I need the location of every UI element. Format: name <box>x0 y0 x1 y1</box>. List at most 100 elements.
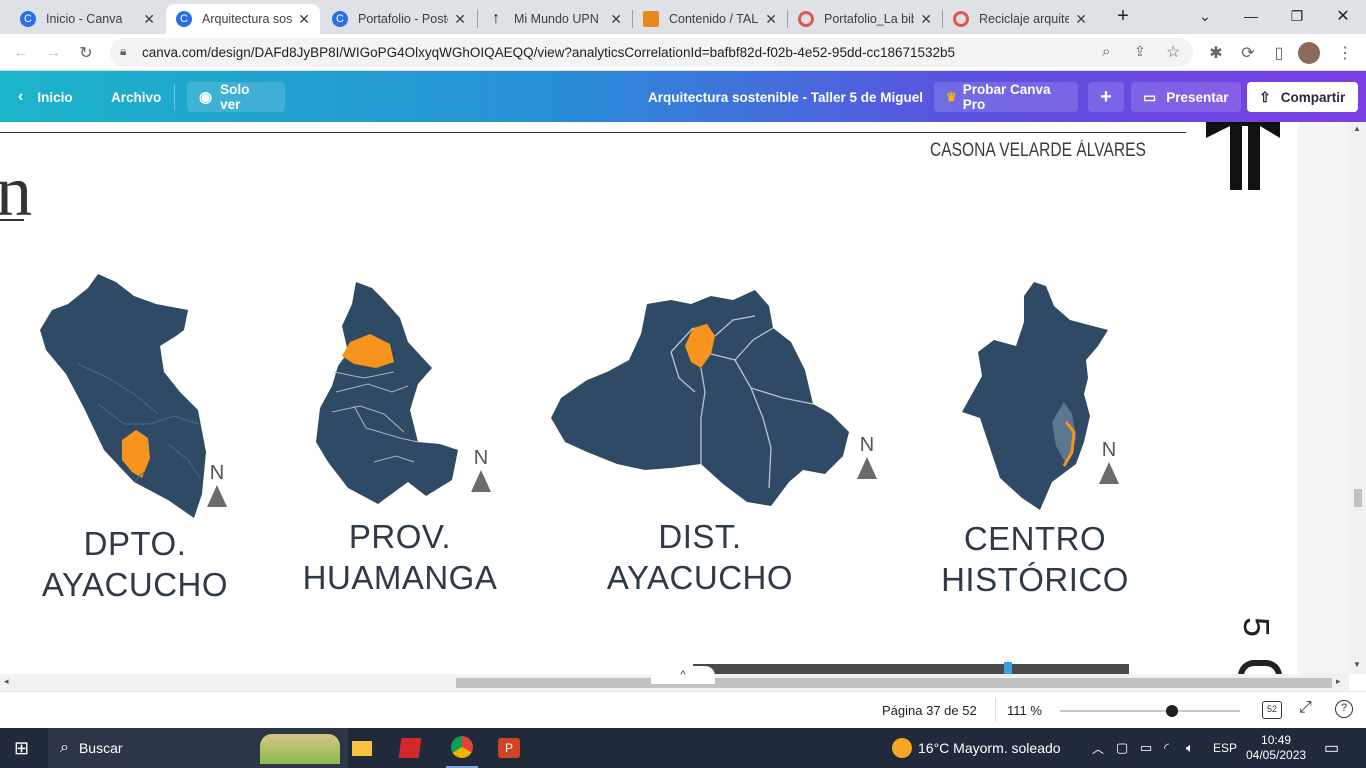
canvas-margin <box>1298 122 1349 674</box>
forward-arrow-icon[interactable]: → <box>40 40 66 66</box>
north-label-4: N <box>1101 439 1117 461</box>
notifications-icon[interactable]: ▭ <box>1324 728 1339 768</box>
fullscreen-icon[interactable]: ⤢ <box>1299 699 1312 717</box>
tab-reciclaje-arquitectura[interactable]: Reciclaje arquitec ✕ <box>943 4 1097 34</box>
chevron-left-icon: ‹ <box>18 88 24 105</box>
language-indicator[interactable]: ESP <box>1213 728 1237 768</box>
eye-icon: ◉ <box>199 89 213 106</box>
tab-portafolio-biblioteca[interactable]: Portafolio_La bibl ✕ <box>788 4 942 34</box>
canva-header: ‹ Inicio Archivo ◉ Solo ver Arquitectura… <box>0 71 1366 122</box>
canva-footer: Página 37 de 52 111 % 52 ⤢ ? <box>0 691 1366 728</box>
logo-mark <box>1206 122 1280 190</box>
tab-search-chevron-icon[interactable]: ⌄ <box>1182 0 1228 32</box>
show-pages-toggle[interactable]: ^ <box>651 666 715 684</box>
help-icon[interactable]: ? <box>1335 700 1353 718</box>
header-rule <box>0 132 1186 133</box>
scroll-down-icon[interactable]: ▼ <box>1353 660 1361 669</box>
add-button[interactable]: + <box>1088 82 1124 112</box>
reload-icon[interactable]: ↻ <box>73 40 99 66</box>
zoom-lens-icon[interactable]: ⌕ <box>1102 43 1110 60</box>
wifi-icon[interactable]: ◜ <box>1164 728 1169 768</box>
horizontal-scroll-thumb[interactable] <box>456 678 1332 688</box>
document-title[interactable]: Arquitectura sostenible - Taller 5 de Mi… <box>648 82 923 112</box>
minimize-button[interactable]: — <box>1228 0 1274 32</box>
share-page-icon[interactable]: ⇪ <box>1134 43 1146 60</box>
battery-icon[interactable]: ▭ <box>1140 728 1152 768</box>
meet-now-icon[interactable]: ▢ <box>1116 728 1128 768</box>
north-arrow-icon <box>471 470 491 492</box>
vertical-scroll-thumb[interactable] <box>1354 489 1362 507</box>
side-number: 5 <box>1236 616 1277 638</box>
close-tab-icon[interactable]: ✕ <box>1075 11 1087 28</box>
bookmark-star-icon[interactable]: ☆ <box>1166 42 1180 62</box>
north-arrow-icon <box>207 485 227 507</box>
close-tab-icon[interactable]: ✕ <box>765 11 777 28</box>
north-label-2: N <box>473 447 489 469</box>
tab-mi-mundo-upn[interactable]: ↑ Mi Mundo UPN ✕ <box>478 4 632 34</box>
map-label-dist: DIST. AYACUCHO <box>606 518 794 596</box>
tab-arquitectura[interactable]: C Arquitectura sosteni ✕ <box>166 4 320 34</box>
try-canva-pro-button[interactable]: ♛ Probar Canva Pro <box>934 82 1078 112</box>
tab-portafolio-poster[interactable]: C Portafolio - Poste ✕ <box>322 4 476 34</box>
zoom-percentage[interactable]: 111 % <box>1007 703 1042 718</box>
grid-view-button[interactable]: 52 <box>1262 701 1282 719</box>
show-hidden-icons[interactable]: ︿ <box>1092 728 1104 768</box>
file-explorer-icon[interactable] <box>352 728 374 768</box>
back-arrow-icon[interactable]: ← <box>8 40 34 66</box>
windows-start-icon[interactable]: ⊞ <box>14 728 29 768</box>
back-home-button[interactable]: ‹ Inicio <box>18 82 73 112</box>
map-dpto-ayacucho <box>40 274 206 518</box>
canva-icon: C <box>332 11 348 27</box>
north-arrow-icon <box>857 457 877 479</box>
horizontal-scrollbar[interactable]: ◂ ▸ ^ <box>0 666 1349 691</box>
browser-toolbar: ← → ↻ 🔒︎ canva.com/design/DAFd8JyBP8I/WI… <box>0 34 1366 71</box>
new-tab-button[interactable]: + <box>1100 0 1146 32</box>
upn-icon: ↑ <box>492 10 500 27</box>
side-panel-icon[interactable]: ▯ <box>1266 40 1292 66</box>
restore-button[interactable]: ❐ <box>1274 0 1320 32</box>
file-menu-button[interactable]: Archivo <box>111 82 161 112</box>
map-dist-ayacucho <box>551 290 849 506</box>
vertical-scrollbar[interactable]: ▲ ▼ <box>1349 122 1366 674</box>
close-window-button[interactable]: ✕ <box>1320 0 1366 32</box>
menu-kebab-icon[interactable]: ⋮ <box>1332 40 1358 66</box>
map-label-prov: PROV. HUAMANGA <box>302 518 498 596</box>
extensions-icon[interactable]: ✱ <box>1203 40 1229 66</box>
close-tab-icon[interactable]: ✕ <box>920 11 932 28</box>
page-indicator[interactable]: Página 37 de 52 <box>882 703 977 718</box>
upload-share-icon: ⇧ <box>1259 88 1271 105</box>
powerpoint-icon[interactable]: P <box>498 728 522 768</box>
scroll-left-icon[interactable]: ◂ <box>4 676 9 687</box>
chrome-icon[interactable] <box>446 728 478 768</box>
zoom-slider[interactable] <box>1060 705 1240 717</box>
profile-avatar[interactable] <box>1298 42 1320 64</box>
view-only-button[interactable]: ◉ Solo ver <box>187 82 285 112</box>
scroll-right-icon[interactable]: ▸ <box>1336 676 1341 687</box>
sketchup-icon[interactable] <box>398 728 424 768</box>
taskbar-search-box[interactable]: ⌕ Buscar <box>48 728 348 768</box>
share-button[interactable]: ⇧ Compartir <box>1247 82 1358 112</box>
zoom-slider-thumb[interactable] <box>1165 705 1178 717</box>
close-tab-icon[interactable]: ✕ <box>610 11 622 28</box>
tab-contenido-taller[interactable]: Contenido / TALL ✕ <box>633 4 787 34</box>
search-illustration <box>260 734 340 764</box>
address-bar[interactable]: 🔒︎ canva.com/design/DAFd8JyBP8I/WIGoPG4O… <box>110 38 1193 67</box>
tab-inicio-canva[interactable]: C Inicio - Canva ✕ <box>10 4 165 34</box>
present-button[interactable]: ▭ Presentar <box>1131 82 1241 112</box>
scroll-up-icon[interactable]: ▲ <box>1353 124 1361 133</box>
weather-widget[interactable]: 16°C Mayorm. soleado <box>892 728 1061 768</box>
canva-icon: C <box>20 11 36 27</box>
map-centro-historico <box>962 282 1108 510</box>
issuu-icon <box>798 11 814 27</box>
close-tab-icon[interactable]: ✕ <box>454 11 466 28</box>
close-tab-icon[interactable]: ✕ <box>143 11 155 28</box>
map-label-centro: CENTRO HISTÓRICO <box>941 520 1129 598</box>
sync-icon[interactable]: ⟳ <box>1235 40 1261 66</box>
volume-icon[interactable]: 🔈︎ <box>1186 728 1194 768</box>
close-tab-icon[interactable]: ✕ <box>298 11 310 28</box>
canva-icon: C <box>176 11 192 27</box>
partly-sunny-icon <box>892 738 912 758</box>
browser-tab-strip: C Inicio - Canva ✕ C Arquitectura sosten… <box>0 0 1366 34</box>
clock[interactable]: 10:49 04/05/2023 <box>1246 728 1306 768</box>
north-arrow-icon <box>1099 462 1119 484</box>
